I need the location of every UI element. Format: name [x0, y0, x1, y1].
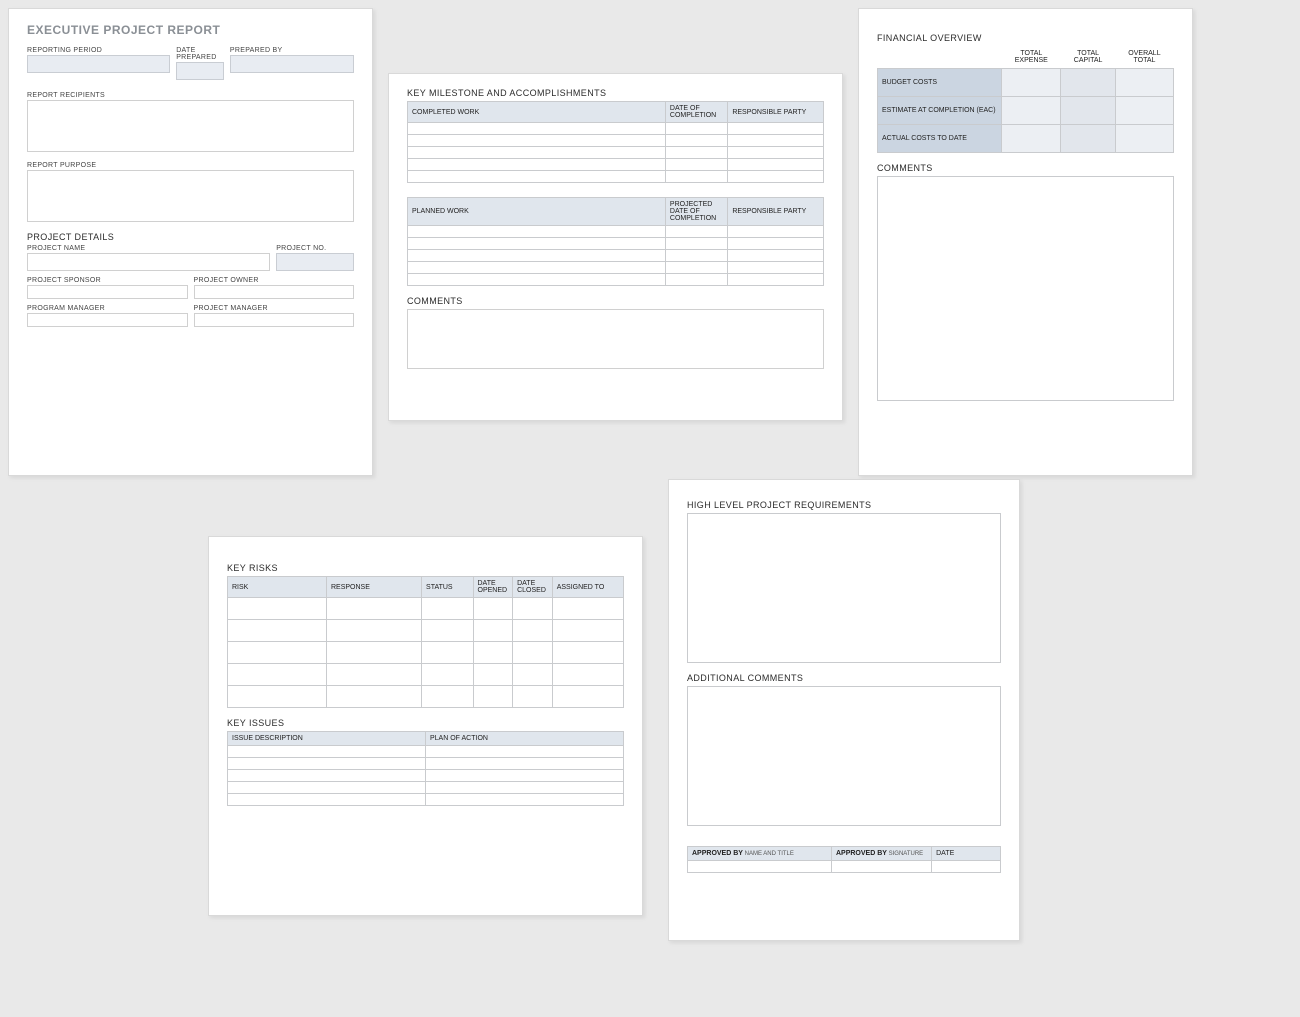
- table-row[interactable]: [408, 147, 824, 159]
- label-project-manager: PROJECT MANAGER: [194, 305, 355, 312]
- col-issue-desc: ISSUE DESCRIPTION: [228, 732, 426, 746]
- col-plan-action: PLAN OF ACTION: [426, 732, 624, 746]
- page-executive-report: EXECUTIVE PROJECT REPORT REPORTING PERIO…: [8, 8, 373, 476]
- label-prepared-by: PREPARED BY: [230, 47, 354, 54]
- page-milestones: KEY MILESTONE AND ACCOMPLISHMENTS COMPLE…: [388, 73, 843, 421]
- label-comments: COMMENTS: [407, 296, 824, 306]
- col-projected-date: PROJECTED DATE OF COMPLETION: [665, 198, 727, 226]
- col-risk: RISK: [228, 577, 327, 598]
- input-project-sponsor[interactable]: [27, 285, 188, 299]
- table-row[interactable]: [408, 274, 824, 286]
- page-risks-issues: KEY RISKS RISK RESPONSE STATUS DATE OPEN…: [208, 536, 643, 916]
- table-row[interactable]: [408, 135, 824, 147]
- section-milestones: KEY MILESTONE AND ACCOMPLISHMENTS: [407, 88, 824, 98]
- section-add-comments: ADDITIONAL COMMENTS: [687, 673, 1001, 683]
- table-row[interactable]: [408, 226, 824, 238]
- col-responsible-party-2: RESPONSIBLE PARTY: [728, 198, 824, 226]
- table-row[interactable]: [408, 250, 824, 262]
- table-row[interactable]: [228, 598, 624, 620]
- col-total-expense: TOTAL EXPENSE: [1002, 46, 1061, 69]
- section-key-issues: KEY ISSUES: [227, 718, 624, 728]
- label-program-manager: PROGRAM MANAGER: [27, 305, 188, 312]
- row-budget-costs: BUDGET COSTS: [878, 69, 1002, 97]
- page-requirements: HIGH LEVEL PROJECT REQUIREMENTS ADDITION…: [668, 479, 1020, 941]
- input-project-manager[interactable]: [194, 313, 355, 327]
- label-fin-comments: COMMENTS: [877, 163, 1174, 173]
- page-financial: FINANCIAL OVERVIEW TOTAL EXPENSE TOTAL C…: [858, 8, 1193, 476]
- section-project-details: PROJECT DETAILS: [27, 232, 354, 242]
- label-project-no: PROJECT NO.: [276, 245, 354, 252]
- table-row[interactable]: [228, 782, 624, 794]
- input-report-recipients[interactable]: [27, 100, 354, 152]
- col-approved-sig: APPROVED BY SIGNATURE: [831, 847, 931, 861]
- input-prepared-by[interactable]: [230, 55, 354, 73]
- table-row[interactable]: [228, 746, 624, 758]
- label-date-prepared: DATE PREPARED: [176, 47, 224, 61]
- col-completed-work: COMPLETED WORK: [408, 102, 666, 123]
- row-actual-costs: ACTUAL COSTS TO DATE: [878, 125, 1002, 153]
- table-row[interactable]: [408, 262, 824, 274]
- col-response: RESPONSE: [327, 577, 422, 598]
- col-date: DATE: [932, 847, 1001, 861]
- input-date-prepared[interactable]: [176, 62, 224, 80]
- label-report-recipients: REPORT RECIPIENTS: [27, 92, 354, 99]
- table-planned-work: PLANNED WORK PROJECTED DATE OF COMPLETIO…: [407, 197, 824, 286]
- table-issues: ISSUE DESCRIPTION PLAN OF ACTION: [227, 731, 624, 806]
- label-report-purpose: REPORT PURPOSE: [27, 162, 354, 169]
- input-program-manager[interactable]: [27, 313, 188, 327]
- table-risks: RISK RESPONSE STATUS DATE OPENED DATE CL…: [227, 576, 624, 708]
- table-row[interactable]: [228, 620, 624, 642]
- row-eac: ESTIMATE AT COMPLETION (EAC): [878, 97, 1002, 125]
- section-key-risks: KEY RISKS: [227, 563, 624, 573]
- table-completed-work: COMPLETED WORK DATE OF COMPLETION RESPON…: [407, 101, 824, 183]
- table-row[interactable]: ESTIMATE AT COMPLETION (EAC): [878, 97, 1174, 125]
- col-planned-work: PLANNED WORK: [408, 198, 666, 226]
- input-project-no[interactable]: [276, 253, 354, 271]
- label-project-owner: PROJECT OWNER: [194, 277, 355, 284]
- table-row[interactable]: ACTUAL COSTS TO DATE: [878, 125, 1174, 153]
- input-project-name[interactable]: [27, 253, 270, 271]
- table-row[interactable]: [408, 238, 824, 250]
- input-financial-comments[interactable]: [877, 176, 1174, 401]
- col-responsible-party: RESPONSIBLE PARTY: [728, 102, 824, 123]
- col-approved-by: APPROVED BY NAME AND TITLE: [688, 847, 832, 861]
- section-financial: FINANCIAL OVERVIEW: [877, 33, 1174, 43]
- table-row[interactable]: [408, 123, 824, 135]
- page-title: EXECUTIVE PROJECT REPORT: [27, 23, 354, 37]
- table-row[interactable]: BUDGET COSTS: [878, 69, 1174, 97]
- table-financial: TOTAL EXPENSE TOTAL CAPITAL OVERALL TOTA…: [877, 46, 1174, 153]
- input-reporting-period[interactable]: [27, 55, 170, 73]
- col-overall-total: OVERALL TOTAL: [1115, 46, 1173, 69]
- col-date-closed: DATE CLOSED: [513, 577, 553, 598]
- section-requirements: HIGH LEVEL PROJECT REQUIREMENTS: [687, 500, 1001, 510]
- col-assigned-to: ASSIGNED TO: [552, 577, 623, 598]
- col-date-opened: DATE OPENED: [473, 577, 513, 598]
- col-date-completion: DATE OF COMPLETION: [665, 102, 727, 123]
- col-status: STATUS: [422, 577, 473, 598]
- input-report-purpose[interactable]: [27, 170, 354, 222]
- input-project-owner[interactable]: [194, 285, 355, 299]
- table-row[interactable]: [228, 664, 624, 686]
- table-row[interactable]: [408, 159, 824, 171]
- table-row[interactable]: [228, 758, 624, 770]
- col-total-capital: TOTAL CAPITAL: [1061, 46, 1116, 69]
- table-approval: APPROVED BY NAME AND TITLE APPROVED BY S…: [687, 846, 1001, 873]
- table-row[interactable]: [228, 794, 624, 806]
- table-row[interactable]: [688, 861, 1001, 873]
- table-row[interactable]: [228, 642, 624, 664]
- input-additional-comments[interactable]: [687, 686, 1001, 826]
- label-project-name: PROJECT NAME: [27, 245, 270, 252]
- table-row[interactable]: [228, 686, 624, 708]
- label-reporting-period: REPORTING PERIOD: [27, 47, 170, 54]
- input-requirements[interactable]: [687, 513, 1001, 663]
- table-row[interactable]: [408, 171, 824, 183]
- input-milestone-comments[interactable]: [407, 309, 824, 369]
- label-project-sponsor: PROJECT SPONSOR: [27, 277, 188, 284]
- table-row[interactable]: [228, 770, 624, 782]
